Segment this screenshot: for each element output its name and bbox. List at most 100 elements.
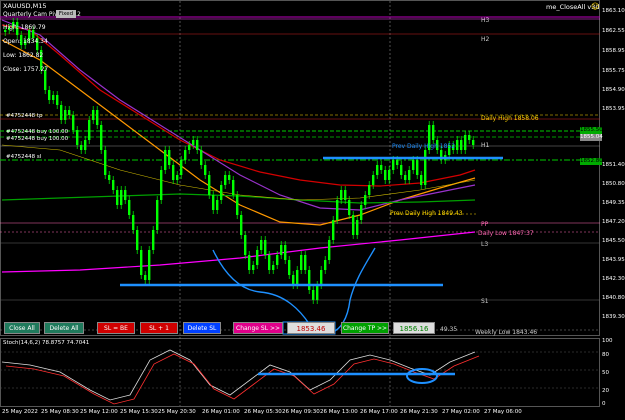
daily-high-label: Daily High 1858.06 [481,115,539,122]
ma-red [1,24,476,187]
candle-body [340,190,343,200]
pivot-l3-label: L3 [481,241,489,248]
order-buy-label-1: #4752448 buy 100.00 [6,129,69,135]
candle-body [288,260,291,275]
candle-body [192,140,195,145]
candle-body [116,190,119,205]
candle-body [348,200,351,215]
candle-body [64,110,67,120]
price-tick: 1851.40 [602,162,625,168]
smiley-icon: ☺ [591,2,600,11]
time-tick: 25 May 08:30 [41,409,79,415]
candle-body [328,240,331,260]
candle-body [376,165,379,175]
symbol-label: XAUUSD,M15 [3,2,47,10]
candle-body [388,170,391,180]
price-tick: 1858.95 [602,48,625,54]
time-tick: 27 May 02:00 [442,409,480,415]
candle-body [292,275,295,285]
stoch-level: 80 [602,352,609,358]
candle-body [248,255,251,270]
candle-body [164,150,167,170]
price-tick: 1847.20 [602,219,625,225]
candle-body [76,130,79,145]
stoch-label: Stoch(14,6,2) 78.8757 74.7041 [3,340,90,346]
change-sl-button[interactable]: Change SL >> [233,322,283,334]
time-tick: 25 May 2022 [2,409,38,415]
candle-body [320,270,323,285]
candle-body [224,175,227,185]
ma-yellow [1,144,476,201]
candle-body [172,165,175,180]
candle-body [460,140,463,150]
candle-body [456,140,459,150]
close-all-button[interactable]: Close All [4,322,40,334]
candle-body [60,105,63,120]
ma-magenta [1,231,476,273]
candle-body [296,270,299,285]
candle-body [368,185,371,195]
candle-body [96,110,99,125]
candle-body [312,290,315,300]
candle-body [336,200,339,220]
price-chart[interactable] [0,0,625,420]
pivot-h1-label: H1 [481,142,490,149]
candle-body [344,190,347,200]
candle-body [152,230,155,250]
time-tick: 26 May 01:00 [202,409,240,415]
candle-body [200,150,203,165]
tp-value-field[interactable]: 1856.16 [393,322,435,334]
chart-grid [0,0,600,407]
change-tp-button[interactable]: Change TP >> [341,322,389,334]
candle-body [324,260,327,270]
info-high: High: 1869.79 [3,24,46,31]
sl-plus1-button[interactable]: SL + 1 [140,322,178,334]
candle-body [256,250,259,265]
candle-body [284,245,287,260]
candle-body [80,145,83,150]
candle-body [400,165,403,175]
sl-value-field[interactable]: 1853.46 [287,322,335,334]
candle-body [372,175,375,185]
candle-body [316,285,319,300]
candle-body [272,265,275,270]
candle-body [432,125,435,140]
price-tag-current: 1855.04 [580,134,603,141]
stoch-level: 50 [602,370,609,376]
price-tick: 1850.80 [602,181,625,187]
candle-body [156,200,159,230]
candlesticks [4,18,475,304]
candle-body [88,120,91,140]
sl-be-button[interactable]: SL = BE [97,322,135,334]
candle-body [416,160,419,175]
candle-body [308,270,311,290]
time-tick: 26 May 21:30 [400,409,438,415]
stochastic-panel [0,349,600,405]
price-tick: 1855.75 [602,68,625,74]
candle-body [128,200,131,215]
delete-sl-button[interactable]: Delete SL [183,322,221,334]
stoch-level: 100 [602,338,613,344]
price-tick: 1849.35 [602,200,625,206]
fixed-flag[interactable]: Fixed [56,10,76,18]
candle-body [332,220,335,240]
time-tick: 26 May 13:00 [320,409,358,415]
delete-all-button[interactable]: Delete All [44,322,84,334]
order-tp-label: #4752448 tp [6,113,43,119]
candle-body [300,255,303,270]
pivot-h2-label: H2 [481,36,490,43]
stoch-panel-frame [0,338,600,407]
candle-body [356,220,359,235]
candle-body [424,150,427,185]
time-tick: 27 May 06:00 [484,409,522,415]
stoch-level: 0 [602,401,606,407]
candle-body [84,140,87,150]
candle-body [188,145,191,150]
aux-value: 49.35 [440,326,458,333]
candle-body [100,125,103,150]
price-tick: 1840.80 [602,295,625,301]
candle-body [176,175,179,180]
pivot-s1-label: S1 [481,298,489,305]
info-close: Close: 1757.27 [3,66,49,73]
candle-body [208,175,211,195]
